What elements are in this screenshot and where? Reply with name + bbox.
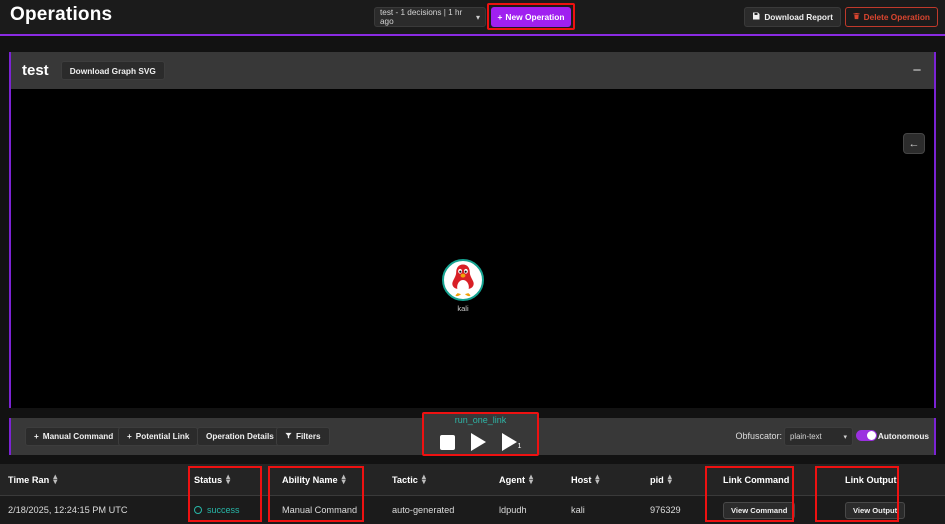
status-badge: success [207,505,240,515]
new-operation-label: New Operation [505,11,565,22]
download-graph-svg-button[interactable]: Download Graph SVG [60,61,165,80]
potential-link-label: Potential Link [135,432,190,441]
column-header-host[interactable]: Host ▴ ▾ [563,464,642,495]
column-header-link-command: Link Command [715,464,837,495]
cell-tactic: auto-generated [392,505,455,515]
download-report-label: Download Report [764,12,833,22]
manual-command-label: Manual Command [42,432,114,441]
cell-link-command: View Command [715,496,837,524]
cell-pid: 976329 [650,505,681,515]
trash-icon [853,12,860,22]
delete-operation-button[interactable]: Delete Operation [844,7,938,27]
linux-tux-penguin-icon [442,259,484,301]
plus-icon: + [497,11,503,22]
operation-details-label: Operation Details [206,432,274,441]
arrow-left-icon[interactable]: ← [903,133,925,154]
chevron-down-icon: ▾ [475,12,480,22]
obfuscator-value: plain-text [790,432,822,441]
chevron-down-icon: ▾ [843,433,847,441]
run-controls-highlight: run_one_link 1 [422,412,539,456]
graph-panel-title: test [22,62,49,79]
operation-control-bar: + Manual Command + Potential Link Operat… [9,412,936,456]
sort-icon: ▴ ▾ [595,471,600,486]
funnel-icon [285,432,292,441]
new-operation-button[interactable]: + New Operation [491,6,571,27]
potential-link-button[interactable]: + Potential Link [118,427,199,446]
operation-select[interactable]: test - 1 decisions | 1 hr ago ▾ [374,7,486,27]
cell-host: kali [571,505,585,515]
step-forward-icon[interactable]: 1 [501,433,522,451]
cell-time-ran: 2/18/2025, 12:24:15 PM UTC [8,505,128,515]
operation-details-button[interactable]: Operation Details [197,427,283,446]
column-label: Ability Name [282,474,338,485]
links-table: Time Ran ▴ ▾ Status ▴ ▾ Ability Name ▴ ▾ Ta… [0,464,945,524]
table-header-row: Time Ran ▴ ▾ Status ▴ ▾ Ability Name ▴ ▾ Ta… [0,464,945,496]
obfuscator-select[interactable]: plain-text ▾ [784,427,853,446]
obfuscator-label: Obfuscator: [735,431,782,441]
column-label: Agent [499,474,526,485]
header-divider [0,34,945,36]
agent-node-label: kali [457,304,469,313]
operation-select-value: test - 1 decisions | 1 hr ago [380,8,463,26]
stop-icon[interactable] [439,434,455,450]
manual-command-button[interactable]: + Manual Command [25,427,123,446]
column-label: Link Output [845,474,897,485]
sort-icon: ▴ ▾ [341,471,346,486]
autonomous-label: Autonomous [877,431,929,441]
agent-node-kali[interactable]: kali [436,259,490,313]
column-label: Host [571,474,592,485]
top-bar: Operations test - 1 decisions | 1 hr ago… [0,0,945,34]
delete-operation-label: Delete Operation [863,12,930,22]
sort-icon: ▴ ▾ [226,471,231,486]
column-header-pid[interactable]: pid ▴ ▾ [642,464,715,495]
column-label: Status [194,474,223,485]
graph-panel: test Download Graph SVG − ← kali [9,52,936,408]
plus-icon: + [127,432,132,441]
view-command-button[interactable]: View Command [723,501,796,519]
download-report-button[interactable]: Download Report [744,7,841,27]
cell-agent: ldpudh [499,505,527,515]
autonomous-toggle[interactable] [856,430,877,441]
column-header-time-ran[interactable]: Time Ran ▴ ▾ [0,464,186,495]
sort-icon: ▴ ▾ [53,471,58,486]
operations-page: Operations test - 1 decisions | 1 hr ago… [0,0,945,524]
page-title: Operations [10,4,113,25]
run-controls: 1 [424,430,537,454]
column-header-link-output: Link Output [837,464,945,495]
plus-icon: + [34,432,39,441]
step-badge: 1 [517,443,522,450]
graph-panel-header: test Download Graph SVG − [11,52,934,89]
cell-ability-name: Manual Command [282,505,358,515]
sort-icon: ▴ ▾ [421,471,426,486]
column-header-agent[interactable]: Agent ▴ ▾ [491,464,563,495]
column-label: Link Command [723,474,790,485]
save-disk-icon [752,12,760,22]
graph-canvas[interactable]: ← kali [11,89,934,408]
sort-icon: ▴ ▾ [529,471,534,486]
cell-link-output: View Output [837,496,945,524]
view-output-button[interactable]: View Output [845,501,906,519]
filters-button[interactable]: Filters [276,427,330,446]
column-header-tactic[interactable]: Tactic ▴ ▾ [384,464,491,495]
run-mode-label: run_one_link [454,415,507,425]
sort-icon: ▴ ▾ [667,471,672,486]
play-icon[interactable] [470,433,486,451]
arrow-left-glyph: ← [908,137,920,150]
status-ring-icon [194,506,202,514]
column-label: pid [650,474,664,485]
cell-status: success [186,496,274,524]
filters-label: Filters [296,432,321,441]
minimize-icon[interactable]: − [910,63,924,78]
toggle-knob [867,431,876,440]
column-header-status[interactable]: Status ▴ ▾ [186,464,274,495]
download-graph-svg-label: Download Graph SVG [69,65,156,76]
column-label: Time Ran [8,474,50,485]
column-label: Tactic [392,474,418,485]
table-row[interactable]: 2/18/2025, 12:24:15 PM UTC success Manua… [0,496,945,524]
column-header-ability-name[interactable]: Ability Name ▴ ▾ [274,464,384,495]
new-operation-highlight: + New Operation [487,3,575,30]
